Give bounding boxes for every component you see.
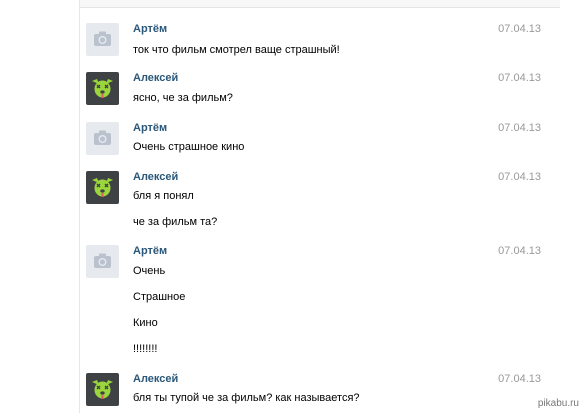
message-date[interactable]: 07.04.13	[498, 122, 541, 134]
dog-avatar[interactable]	[86, 72, 119, 105]
watermark: pikabu.ru	[537, 398, 579, 409]
message-text: ясно, че за фильм?	[133, 92, 233, 104]
message-author[interactable]: Алексей	[133, 171, 178, 183]
dog-avatar[interactable]	[86, 171, 119, 204]
message-text: !!!!!!!!	[133, 343, 158, 355]
message-date[interactable]: 07.04.13	[498, 171, 541, 183]
message-text: ток что фильм смотрел ваще страшный!	[133, 44, 340, 56]
message-date[interactable]: 07.04.13	[498, 23, 541, 35]
message-date[interactable]: 07.04.13	[498, 373, 541, 385]
message-date[interactable]: 07.04.13	[498, 245, 541, 257]
dog-avatar[interactable]	[86, 373, 119, 406]
message-author[interactable]: Алексей	[133, 373, 178, 385]
message-author[interactable]: Алексей	[133, 72, 178, 84]
message-author[interactable]: Артём	[133, 245, 167, 257]
message-author[interactable]: Артём	[133, 122, 167, 134]
camera-icon[interactable]	[86, 23, 119, 56]
message-author[interactable]: Артём	[133, 23, 167, 35]
message-text: че за фильм та?	[133, 216, 218, 228]
top-strip	[80, 0, 560, 8]
message-text: бля ты тупой че за фильм? как называется…	[133, 392, 360, 404]
message-text: бля я понял	[133, 190, 194, 202]
message-date[interactable]: 07.04.13	[498, 72, 541, 84]
message-text: Очень страшное кино	[133, 141, 245, 153]
camera-icon[interactable]	[86, 122, 119, 155]
camera-icon[interactable]	[86, 245, 119, 278]
message-text: Очень	[133, 265, 166, 277]
message-text: Страшное	[133, 291, 186, 303]
left-divider	[79, 0, 80, 413]
message-text: Кино	[133, 317, 158, 329]
